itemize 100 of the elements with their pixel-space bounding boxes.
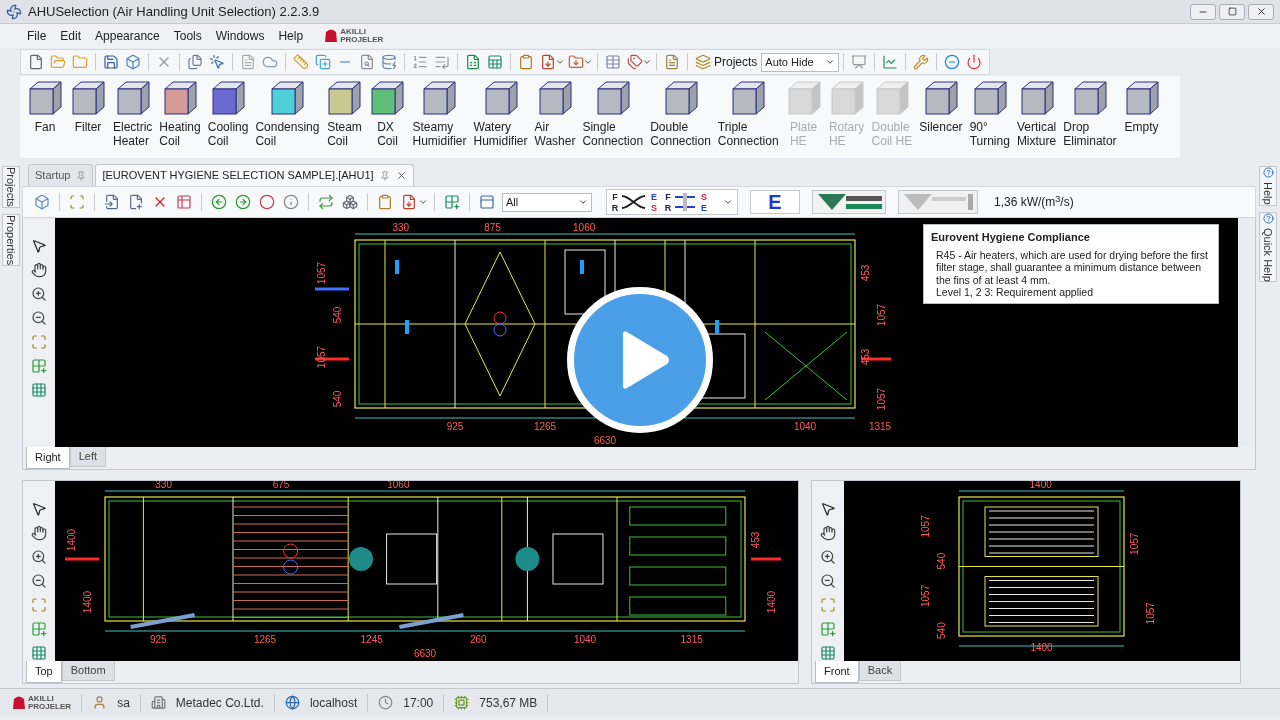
component-button[interactable]: Heating Coil <box>158 80 202 148</box>
caret-icon[interactable] <box>418 197 428 207</box>
caret-icon[interactable] <box>555 57 565 67</box>
document-icon[interactable] <box>240 54 256 70</box>
menu-item[interactable]: Windows <box>208 27 272 45</box>
minimize-button[interactable] <box>1190 3 1216 20</box>
table-delete-icon[interactable] <box>176 194 192 210</box>
component-button[interactable]: Air Washer <box>533 80 577 148</box>
clipboard-icon[interactable] <box>518 54 534 70</box>
folder-export-icon[interactable] <box>568 54 584 70</box>
menu-item[interactable]: Edit <box>53 27 89 45</box>
component-button[interactable]: Vertical Mixture <box>1015 80 1058 148</box>
pointer-icon[interactable] <box>820 501 836 517</box>
side-tab[interactable]: Help <box>1259 166 1277 206</box>
zoom-in-icon[interactable] <box>820 549 836 565</box>
zoom-out-icon[interactable] <box>820 573 836 589</box>
table-icon[interactable] <box>31 382 47 398</box>
list-down-icon[interactable] <box>434 54 450 70</box>
projects-icon[interactable] <box>695 54 711 70</box>
view-tab[interactable]: Front <box>815 661 859 683</box>
flow-direction-dropdown[interactable]: F R E S F R S E <box>606 189 738 215</box>
pan-icon[interactable] <box>31 525 47 541</box>
import-icon[interactable] <box>104 194 120 210</box>
open-folder-icon[interactable] <box>50 54 66 70</box>
component-button[interactable]: Triple Connection <box>716 80 780 148</box>
zoom-in-icon[interactable] <box>31 549 47 565</box>
filter-dropdown[interactable]: All <box>502 192 592 212</box>
component-button[interactable]: Watery Humidifier <box>472 80 529 148</box>
pan-icon[interactable] <box>820 525 836 541</box>
swap-icon[interactable] <box>318 194 334 210</box>
component-button[interactable]: Condensing Coil <box>254 80 321 148</box>
menu-item[interactable]: File <box>20 27 54 45</box>
component-button[interactable]: Single Connection <box>581 80 645 148</box>
report-icon[interactable] <box>664 54 680 70</box>
save-icon[interactable] <box>103 54 119 70</box>
component-button[interactable]: Electric Heater <box>112 80 154 148</box>
component-button[interactable]: Steam Coil <box>325 80 364 148</box>
table-icon[interactable] <box>820 645 836 661</box>
file-search-icon[interactable] <box>359 54 375 70</box>
certification-badge-icon[interactable] <box>812 190 886 214</box>
component-button[interactable]: Silencer <box>918 80 964 134</box>
hygiene-badge-icon[interactable] <box>898 190 978 214</box>
component-button[interactable]: Fan <box>26 80 64 134</box>
ruler-icon[interactable] <box>293 54 309 70</box>
menu-item[interactable]: Tools <box>166 27 209 45</box>
fit-icon[interactable] <box>31 334 47 350</box>
panel-icon[interactable] <box>479 194 495 210</box>
projects-mode-dropdown[interactable]: Auto Hide <box>761 52 840 72</box>
export-icon[interactable] <box>401 194 417 210</box>
view-tab[interactable]: Top <box>26 661 62 683</box>
menu-item[interactable]: Appearance <box>88 27 167 45</box>
cube-icon[interactable] <box>34 194 50 210</box>
spreadsheet-icon[interactable] <box>465 54 481 70</box>
grid-icon[interactable] <box>31 358 47 374</box>
component-button[interactable]: Double Connection <box>649 80 712 148</box>
zoom-out-icon[interactable] <box>31 310 47 326</box>
fit-icon[interactable] <box>820 597 836 613</box>
view-tab[interactable]: Right <box>26 447 70 469</box>
info-icon[interactable] <box>283 194 299 210</box>
tools-icon[interactable] <box>913 54 930 70</box>
add-file-icon[interactable] <box>128 194 144 210</box>
boxes-icon[interactable] <box>342 194 358 210</box>
chart-icon[interactable] <box>882 54 899 70</box>
pointer-icon[interactable] <box>31 501 47 517</box>
view-tab[interactable]: Left <box>69 447 107 467</box>
clipboard-icon[interactable] <box>377 194 393 210</box>
fit-icon[interactable] <box>31 597 47 613</box>
grid-icon[interactable] <box>31 621 47 637</box>
zoom-in-icon[interactable] <box>31 286 47 302</box>
close-button[interactable] <box>1248 3 1274 20</box>
side-tab[interactable]: Properties <box>2 213 20 266</box>
menu-item[interactable]: Help <box>271 27 311 45</box>
component-button[interactable]: Steamy Humidifier <box>411 80 468 148</box>
duplicate-icon[interactable] <box>315 54 331 70</box>
tags-icon[interactable] <box>627 54 643 70</box>
component-button[interactable]: Empty <box>1122 80 1161 134</box>
list-up-icon[interactable] <box>412 54 428 70</box>
component-button[interactable]: 90° Turning <box>968 80 1011 148</box>
component-button[interactable]: Cooling Coil <box>206 80 250 148</box>
document-tab[interactable]: [EUROVENT HYGIENE SELECTION SAMPLE].[AHU1] <box>95 164 414 186</box>
view-tab[interactable]: Bottom <box>61 661 115 681</box>
pan-icon[interactable] <box>31 262 47 278</box>
component-button[interactable]: Drop Eliminator <box>1062 80 1118 148</box>
view-tab[interactable]: Back <box>858 661 902 681</box>
exit-icon[interactable] <box>966 54 983 70</box>
select-frame-icon[interactable] <box>69 194 85 210</box>
minus-circle-icon[interactable] <box>944 54 961 70</box>
component-button[interactable]: Filter <box>69 80 107 134</box>
component-button[interactable]: DX Coil <box>368 80 407 148</box>
table-icon[interactable] <box>605 54 621 70</box>
side-tab[interactable]: Projects <box>2 166 20 208</box>
cloud-icon[interactable] <box>262 54 278 70</box>
zoom-out-icon[interactable] <box>31 573 47 589</box>
table-icon[interactable] <box>31 645 47 661</box>
grid-icon[interactable] <box>820 621 836 637</box>
copy-icon[interactable] <box>187 54 203 70</box>
database-icon[interactable] <box>381 54 397 70</box>
cube-icon[interactable] <box>125 54 141 70</box>
pointer-icon[interactable] <box>31 238 47 254</box>
arrow-left-icon[interactable] <box>211 194 227 210</box>
